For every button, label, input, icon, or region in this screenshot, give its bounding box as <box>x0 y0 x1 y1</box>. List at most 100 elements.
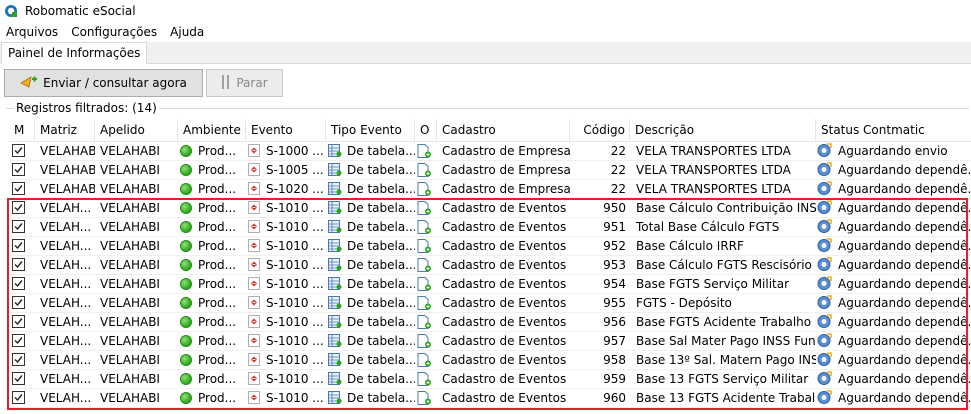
status-ok-icon <box>180 373 192 385</box>
row-checkbox[interactable] <box>12 201 25 214</box>
col-header-tipo-evento[interactable]: Tipo Evento <box>326 119 415 142</box>
tab-painel-informacoes[interactable]: Painel de Informações <box>1 42 148 65</box>
tipo-evento-text: De tabela... <box>347 372 415 386</box>
event-doc-icon <box>248 353 260 366</box>
operation-doc-icon <box>417 315 432 329</box>
col-header-descricao[interactable]: Descrição <box>630 119 816 142</box>
row-checkbox[interactable] <box>12 353 25 366</box>
row-checkbox[interactable] <box>12 182 25 195</box>
cell-codigo: 960 <box>603 391 626 405</box>
row-checkbox[interactable] <box>12 239 25 252</box>
table-row[interactable]: VELAHABI VELAHABI Prod... S-1000 ... De … <box>9 142 971 161</box>
table-row[interactable]: VELAH... VELAHABI Prod... S-1010 ... De … <box>9 370 971 389</box>
table-icon <box>328 391 342 404</box>
table-row[interactable]: VELAH... VELAHABI Prod... S-1010 ... De … <box>9 313 971 332</box>
cell-codigo: 956 <box>603 315 626 329</box>
table-icon <box>328 372 342 385</box>
ambiente-text: Prod... <box>198 220 237 234</box>
table-row[interactable]: VELAH... VELAHABI Prod... S-1010 ... De … <box>9 275 971 294</box>
status-ok-icon <box>180 335 192 347</box>
cell-codigo: 954 <box>603 277 626 291</box>
cell-apelido: VELAHABI <box>100 334 160 348</box>
col-header-o[interactable]: O <box>415 119 437 142</box>
cell-descricao: Base FGTS Serviço Militar <box>636 277 790 291</box>
ambiente-text: Prod... <box>198 182 237 196</box>
cell-descricao: Base Cálculo FGTS Rescisório <box>636 258 812 272</box>
stop-button[interactable]: Parar <box>206 69 283 97</box>
cell-codigo: 957 <box>603 334 626 348</box>
table-row[interactable]: VELAH... VELAHABI Prod... S-1010 ... De … <box>9 256 971 275</box>
cell-ambiente: Prod... <box>180 142 246 161</box>
cell-cadastro: Cadastro de Empresas... <box>442 182 570 196</box>
cell-ambiente: Prod... <box>180 389 246 408</box>
operation-doc-icon <box>417 353 432 367</box>
col-header-status[interactable]: Status Contmatic <box>816 119 971 142</box>
table-row[interactable]: VELAH... VELAHABI Prod... S-1010 ... De … <box>9 389 971 408</box>
row-checkbox[interactable] <box>12 391 25 404</box>
col-header-cadastro[interactable]: Cadastro <box>437 119 570 142</box>
ambiente-text: Prod... <box>198 144 237 158</box>
cell-apelido: VELAHABI <box>100 296 160 310</box>
evento-text: S-1010 ... <box>266 391 324 405</box>
table-row[interactable]: VELAH... VELAHABI Prod... S-1010 ... De … <box>9 332 971 351</box>
table-row[interactable]: VELAH... VELAHABI Prod... S-1010 ... De … <box>9 218 971 237</box>
row-checkbox-cell <box>9 370 35 389</box>
evento-text: S-1010 ... <box>266 277 324 291</box>
cell-evento: S-1020 ... <box>248 180 326 199</box>
menu-configuracoes[interactable]: Configurações <box>65 22 164 42</box>
send-consult-button[interactable]: Enviar / consultar agora <box>4 69 203 97</box>
table-row[interactable]: VELAH... VELAHABI Prod... S-1010 ... De … <box>9 294 971 313</box>
status-text: Aguardando dependê... <box>838 391 971 405</box>
status-text: Aguardando dependê... <box>838 258 971 272</box>
table-row[interactable]: VELAH... VELAHABI Prod... S-1010 ... De … <box>9 199 971 218</box>
row-checkbox[interactable] <box>12 163 25 176</box>
col-header-evento[interactable]: Evento <box>246 119 326 142</box>
cell-matriz: VELAHABI <box>40 144 95 158</box>
status-ok-icon <box>180 221 192 233</box>
cell-matriz: VELAH... <box>40 315 92 329</box>
row-checkbox[interactable] <box>12 144 25 157</box>
status-gear-icon <box>817 181 833 196</box>
event-doc-icon <box>248 239 260 252</box>
menu-arquivos[interactable]: Arquivos <box>0 22 65 42</box>
grid-rows: VELAHABI VELAHABI Prod... S-1000 ... De … <box>9 142 971 408</box>
col-header-codigo[interactable]: Código <box>570 119 630 142</box>
table-row[interactable]: VELAH... VELAHABI Prod... S-1010 ... De … <box>9 351 971 370</box>
menu-ajuda[interactable]: Ajuda <box>164 22 211 42</box>
row-checkbox[interactable] <box>12 258 25 271</box>
status-gear-icon <box>817 371 833 386</box>
row-checkbox-cell <box>9 218 35 237</box>
ambiente-text: Prod... <box>198 372 237 386</box>
table-row[interactable]: VELAHABI VELAHABI Prod... S-1020 ... De … <box>9 180 971 199</box>
col-header-m[interactable]: M <box>9 119 35 142</box>
col-header-ambiente[interactable]: Ambiente <box>178 119 246 142</box>
table-row[interactable]: VELAHABI VELAHABI Prod... S-1005 ... De … <box>9 161 971 180</box>
status-text: Aguardando dependê... <box>838 334 971 348</box>
tipo-evento-text: De tabela... <box>347 334 415 348</box>
ambiente-text: Prod... <box>198 277 237 291</box>
row-checkbox[interactable] <box>12 315 25 328</box>
status-gear-icon <box>817 219 833 234</box>
col-header-apelido[interactable]: Apelido <box>95 119 178 142</box>
cell-apelido: VELAHABI <box>100 201 160 215</box>
cell-o <box>417 180 437 199</box>
cell-codigo: 959 <box>603 372 626 386</box>
col-header-matriz[interactable]: Matriz <box>35 119 95 142</box>
row-checkbox[interactable] <box>12 334 25 347</box>
status-text: Aguardando dependê... <box>838 277 971 291</box>
row-checkbox-cell <box>9 161 35 180</box>
cell-matriz: VELAH... <box>40 239 92 253</box>
cell-tipo-evento: De tabela... <box>328 142 415 161</box>
evento-text: S-1010 ... <box>266 258 324 272</box>
records-grid[interactable]: M Matriz Apelido Ambiente Evento Tipo Ev… <box>9 119 971 414</box>
status-ok-icon <box>180 259 192 271</box>
row-checkbox[interactable] <box>12 220 25 233</box>
row-checkbox[interactable] <box>12 296 25 309</box>
table-row[interactable]: VELAH... VELAHABI Prod... S-1010 ... De … <box>9 237 971 256</box>
operation-doc-icon <box>417 372 432 386</box>
table-icon <box>328 220 342 233</box>
row-checkbox[interactable] <box>12 277 25 290</box>
cell-matriz: VELAHABI <box>40 182 95 196</box>
row-checkbox[interactable] <box>12 372 25 385</box>
evento-text: S-1010 ... <box>266 353 324 367</box>
